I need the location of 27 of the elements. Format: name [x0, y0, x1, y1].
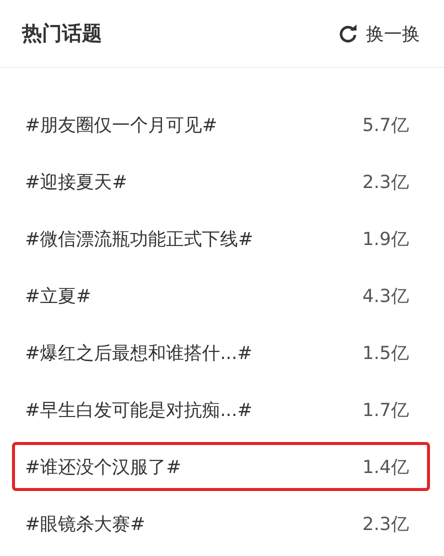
topic-count: 1.4亿 — [362, 456, 409, 478]
topic-title: #爆红之后最想和谁搭什...# — [25, 342, 252, 364]
topic-count: 1.7亿 — [362, 398, 409, 422]
topic-title: #迎接夏天# — [25, 170, 128, 194]
refresh-button[interactable]: 换一换 — [338, 22, 420, 46]
topic-title: #眼镜杀大赛# — [25, 512, 146, 536]
topic-count: 2.3亿 — [362, 170, 409, 194]
topic-row[interactable]: #早生白发可能是对抗痴...# 1.7亿 — [12, 385, 430, 434]
topic-title: #朋友圈仅一个月可见# — [25, 114, 218, 136]
highlighted-topic-row[interactable]: #谁还没个汉服了# 1.4亿 — [12, 442, 430, 491]
refresh-icon — [338, 24, 358, 44]
topic-count: 1.5亿 — [362, 342, 409, 364]
topic-title: #立夏# — [25, 284, 92, 308]
topic-row[interactable]: #眼镜杀大赛# 2.3亿 — [12, 499, 430, 548]
topic-title: #谁还没个汉服了# — [25, 456, 182, 478]
topic-row[interactable]: #朋友圈仅一个月可见# 5.7亿 — [12, 100, 430, 149]
topic-count: 2.3亿 — [362, 512, 409, 536]
topic-title: #早生白发可能是对抗痴...# — [25, 398, 252, 422]
panel-title: 热门话题 — [22, 20, 102, 47]
topic-row[interactable]: #微信漂流瓶功能正式下线# 1.9亿 — [12, 214, 430, 263]
topic-row[interactable]: #迎接夏天# 2.3亿 — [12, 157, 430, 206]
topic-title: #微信漂流瓶功能正式下线# — [25, 228, 254, 250]
topic-count: 1.9亿 — [362, 228, 409, 250]
topic-count: 5.7亿 — [362, 114, 409, 136]
topic-count: 4.3亿 — [362, 284, 409, 308]
topic-row[interactable]: #立夏# 4.3亿 — [12, 271, 430, 320]
topic-row[interactable]: #爆红之后最想和谁搭什...# 1.5亿 — [12, 328, 430, 377]
